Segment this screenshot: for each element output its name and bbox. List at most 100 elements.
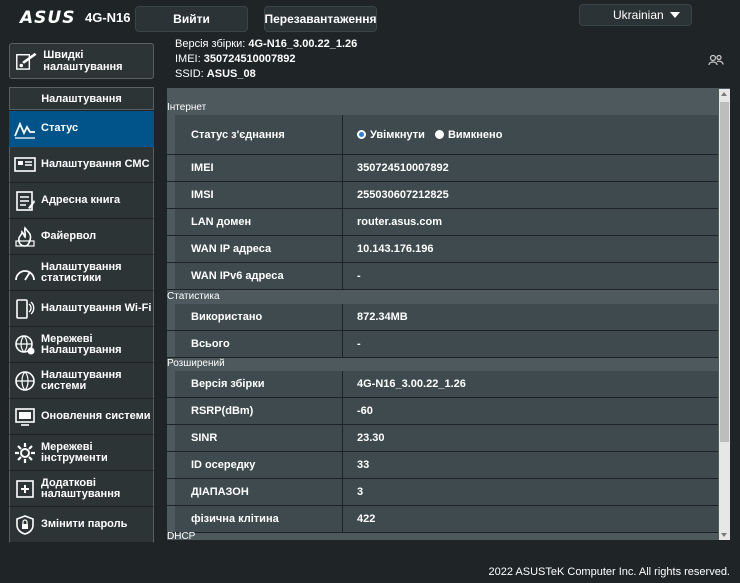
sidebar-item-label: Налаштування статистики — [41, 260, 122, 284]
row-value: 4G-N16_3.00.22_1.26 — [343, 371, 718, 397]
table-row: WAN IP адреса 10.143.176.196 — [167, 236, 718, 263]
table-row: IMSI 255030607212825 — [167, 182, 718, 209]
connection-status-value: Увімкнути Вимкнено — [343, 115, 718, 154]
sidebar-item-label: Налаштування Wi-Fi — [41, 302, 152, 314]
row-key: IMEI — [175, 155, 343, 181]
sidebar-item-advanced[interactable]: Додаткові налаштування — [9, 471, 154, 507]
update-icon — [13, 405, 37, 429]
language-select[interactable]: Ukrainian — [579, 4, 692, 26]
model-name: 4G-N16 — [85, 10, 131, 25]
row-key: Використано — [175, 304, 343, 330]
section-statistics-title: Статистика — [167, 291, 220, 302]
row-key: ДІАПАЗОН — [175, 479, 343, 505]
network-icon — [13, 333, 37, 357]
imei-value: 350724510007892 — [203, 53, 296, 65]
chevron-down-icon — [670, 12, 680, 18]
scroll-up-icon[interactable] — [721, 92, 727, 96]
section-dhcp-title: DHCP — [167, 531, 196, 540]
device-info: Версія збірки: 4G-N16_3.00.22_1.26 IMEI:… — [175, 37, 357, 82]
imei-label: IMEI: — [175, 53, 201, 65]
row-key: SINR — [175, 425, 343, 451]
connection-status-label: Статус з'єднання — [175, 115, 343, 154]
tools-icon — [13, 441, 37, 465]
sidebar-item-firewall[interactable]: Файервол — [9, 219, 154, 255]
radio-on-label: Увімкнути — [370, 128, 425, 141]
sidebar-item-label: Змінити пароль — [41, 518, 128, 530]
quick-setup-label: Швидкі налаштування — [43, 49, 123, 73]
table-row: RSRP(dBm) -60 — [167, 398, 718, 425]
scrollbar[interactable] — [719, 89, 730, 540]
sidebar-item-label: Статус — [41, 122, 79, 134]
ssid-value: ASUS_08 — [206, 68, 256, 80]
table-row: WAN IPv6 адреса - — [167, 263, 718, 290]
firmware-label: Версія збірки: — [175, 38, 246, 50]
scroll-down-icon[interactable] — [721, 533, 727, 537]
table-row: Всього - — [167, 331, 718, 358]
table-row: Статус з'єднання Увімкнути Вимкнено — [167, 115, 718, 155]
sidebar-item-label: Налаштування СМС — [41, 158, 150, 170]
statistics-table: Використано 872.34MB Всього - — [167, 304, 718, 358]
sidebar-item-status[interactable]: Статус — [9, 111, 154, 147]
sidebar-item-label: Мережеві Налаштування — [41, 332, 122, 356]
radio-dot-unchecked — [434, 130, 444, 139]
advanced-icon — [13, 477, 37, 501]
sidebar-item-change-password[interactable]: Змінити пароль — [9, 507, 154, 543]
table-row: LAN домен router.asus.com — [167, 209, 718, 236]
row-value: -60 — [343, 398, 718, 424]
sidebar-nav: Статус Налаштування СМС Адресна книга Фа… — [9, 111, 154, 543]
sidebar-item-address-book[interactable]: Адресна книга — [9, 183, 154, 219]
sidebar-item-network[interactable]: Мережеві Налаштування — [9, 327, 154, 363]
status-icon — [13, 117, 37, 141]
status-panel: Інтернет Статус з'єднання Увімкнути Вимк… — [167, 88, 730, 540]
radio-off[interactable]: Вимкнено — [434, 128, 503, 141]
radio-on[interactable]: Увімкнути — [357, 129, 425, 141]
scroll-thumb[interactable] — [720, 102, 729, 442]
table-row: ID осередку 33 — [167, 452, 718, 479]
row-key: фізична клітина — [175, 506, 343, 532]
sidebar-item-tools[interactable]: Мережеві інструменти — [9, 435, 154, 471]
sidebar-item-system[interactable]: Налаштування системи — [9, 363, 154, 399]
row-value: 872.34MB — [343, 304, 718, 330]
sidebar-item-update[interactable]: Оновлення системи — [9, 399, 154, 435]
row-value: 350724510007892 — [343, 155, 718, 181]
user-icon[interactable] — [708, 54, 724, 66]
lock-icon — [13, 513, 37, 537]
sms-icon — [13, 153, 37, 177]
sidebar-item-statistics[interactable]: Налаштування статистики — [9, 255, 154, 291]
system-icon — [13, 369, 37, 393]
wifi-icon — [13, 297, 37, 321]
internet-table: Статус з'єднання Увімкнути Вимкнено IMEI… — [167, 115, 718, 290]
table-row: Використано 872.34MB — [167, 304, 718, 331]
table-row: SINR 23.30 — [167, 425, 718, 452]
table-row: ДІАПАЗОН 3 — [167, 479, 718, 506]
row-value: 3 — [343, 479, 718, 505]
row-key: WAN IPv6 адреса — [175, 263, 343, 289]
row-key: RSRP(dBm) — [175, 398, 343, 424]
radio-off-label: Вимкнено — [447, 128, 503, 141]
sidebar-item-label: Файервол — [41, 230, 97, 242]
table-row: фізична клітина 422 — [167, 506, 718, 533]
copyright-text: 2022 ASUSTeK Computer Inc. All rights re… — [488, 566, 730, 578]
section-extended-title: Розширений — [167, 358, 225, 369]
reboot-button[interactable]: Перезавантаження — [264, 6, 377, 32]
table-row: IMEI 350724510007892 — [167, 155, 718, 182]
logout-button[interactable]: Вийти — [135, 6, 248, 32]
address-book-icon — [13, 189, 37, 213]
section-internet-title: Інтернет — [167, 102, 207, 113]
firewall-icon — [13, 225, 37, 249]
sidebar-item-wifi[interactable]: Налаштування Wi-Fi — [9, 291, 154, 327]
sidebar-item-sms[interactable]: Налаштування СМС — [9, 147, 154, 183]
row-key: Всього — [175, 331, 343, 357]
quick-setup-button[interactable]: Швидкі налаштування — [9, 43, 154, 79]
row-key: LAN домен — [175, 209, 343, 235]
row-value: 23.30 — [343, 425, 718, 451]
language-value: Ukrainian — [613, 8, 664, 22]
sidebar-item-label: Адресна книга — [41, 194, 121, 206]
radio-dot-checked — [357, 130, 366, 139]
row-key: ID осередку — [175, 452, 343, 478]
row-key: Версія збірки — [175, 371, 343, 397]
ssid-label: SSID: — [175, 68, 204, 80]
row-value: 422 — [343, 506, 718, 532]
extended-table: Версія збірки 4G-N16_3.00.22_1.26 RSRP(dB… — [167, 371, 718, 533]
statistics-icon — [13, 261, 37, 285]
